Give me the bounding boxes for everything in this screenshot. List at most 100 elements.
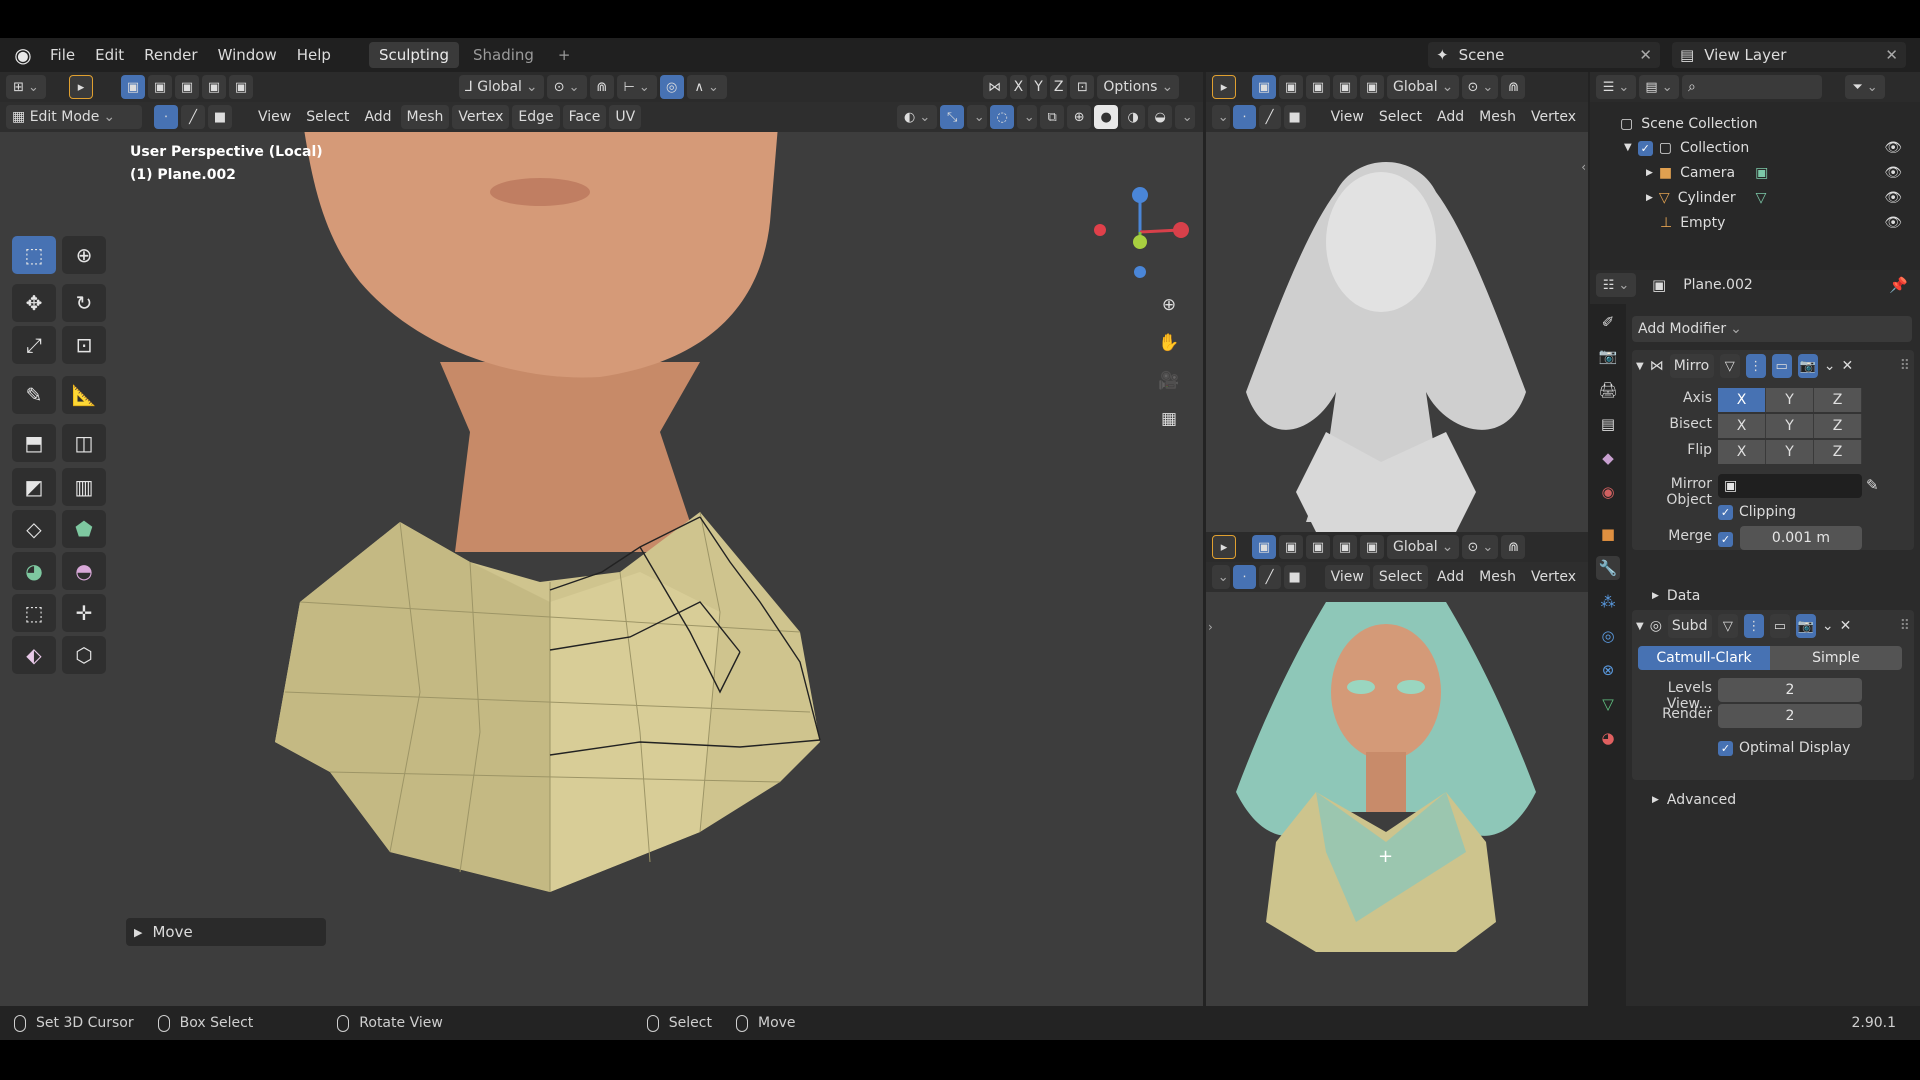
move-tool-icon[interactable]: ✥ [12, 284, 56, 322]
spin-tool-icon[interactable]: ◕ [12, 552, 56, 590]
render-toggle-icon[interactable]: 📷 [1797, 354, 1818, 378]
menu-edit[interactable]: Edit [85, 38, 134, 72]
shear-tool-icon[interactable]: ⬖ [12, 636, 56, 674]
view-layer-close-icon[interactable]: ✕ [1885, 46, 1898, 64]
menu-add-3[interactable]: Add [1431, 565, 1470, 589]
gizmo-dropdown[interactable] [967, 105, 988, 129]
data-subpanel-header[interactable]: ▶ Data [1652, 584, 1700, 608]
particles-tab-icon[interactable]: ⁂ [1596, 590, 1620, 614]
select-tool-icon[interactable]: ▸ [69, 75, 93, 99]
falloff-dropdown[interactable]: ∧ [686, 75, 727, 99]
cage-toggle-icon[interactable]: ⋮ [1743, 614, 1764, 638]
measure-tool-icon[interactable]: 📐 [62, 376, 106, 414]
material-shading-icon[interactable]: ◑ [1121, 105, 1146, 129]
pivot-dropdown-3[interactable]: ⊙ [1462, 535, 1499, 559]
flip-y-toggle[interactable]: Y [1766, 440, 1814, 464]
bisect-x-toggle[interactable]: X [1718, 414, 1766, 438]
annotate-tool-icon[interactable]: ✎ [12, 376, 56, 414]
menu-uv[interactable]: UV [609, 105, 642, 129]
mode-dropdown[interactable]: ▦ Edit Mode [6, 105, 142, 129]
vertex-select-mode-icon[interactable]: ⋅ [154, 105, 178, 129]
select-mode-invert-icon-2[interactable]: ▣ [1333, 75, 1357, 99]
editor-type-button[interactable]: ⊞ [6, 75, 46, 99]
vertex-select-mode-icon-3[interactable]: ⋅ [1233, 565, 1256, 589]
drag-handle-icon[interactable]: ⠿ [1900, 618, 1910, 634]
render-levels-field[interactable]: 2 [1718, 704, 1862, 728]
add-modifier-dropdown[interactable]: Add Modifier [1632, 316, 1912, 342]
menu-vertex-3[interactable]: Vertex [1525, 565, 1582, 589]
simple-button[interactable]: Simple [1770, 646, 1902, 670]
last-operator-panel[interactable]: ▶ Move [126, 918, 326, 946]
orientation-dropdown-3[interactable]: Global [1387, 535, 1460, 559]
outliner-filter-icon[interactable]: ⏷ [1845, 75, 1885, 99]
menu-vertex-2[interactable]: Vertex [1525, 105, 1582, 129]
levels-view-field[interactable]: 2 [1718, 678, 1862, 702]
drag-handle-icon[interactable]: ⠿ [1900, 358, 1910, 374]
transform-orientation-dropdown[interactable]: ⅃ Global [459, 75, 544, 99]
properties-editor-type-icon[interactable]: ☷ [1596, 273, 1636, 297]
data-tab-icon[interactable]: ▽ [1596, 692, 1620, 716]
select-mode-new-icon[interactable]: ▣ [121, 75, 145, 99]
menu-render[interactable]: Render [134, 38, 207, 72]
mirror-x-toggle[interactable]: X [1009, 75, 1028, 99]
view-layer-selector[interactable]: ▤ View Layer ✕ [1672, 42, 1906, 68]
select-mode-subtract-icon-3[interactable]: ▣ [1306, 535, 1330, 559]
bevel-tool-icon[interactable]: ◩ [12, 468, 56, 506]
select-mode-new-icon-3[interactable]: ▣ [1252, 535, 1276, 559]
outliner-search-input[interactable]: ⌕ [1682, 75, 1822, 99]
shading-dropdown[interactable] [1175, 105, 1196, 129]
collection-checkbox[interactable]: ✓ [1637, 140, 1653, 156]
mode-dropdown-2[interactable] [1212, 105, 1231, 129]
menu-mesh[interactable]: Mesh [400, 105, 450, 129]
gizmo-toggle-icon[interactable]: ⤡ [940, 105, 965, 129]
chevron-down-icon[interactable]: ⌄ [1824, 358, 1836, 374]
face-select-mode-icon-2[interactable]: ■ [1283, 105, 1306, 129]
menu-add[interactable]: Add [358, 105, 397, 129]
select-mode-intersect-icon[interactable]: ▣ [229, 75, 253, 99]
inset-tool-icon[interactable]: ◫ [62, 424, 106, 462]
bisect-y-toggle[interactable]: Y [1766, 414, 1814, 438]
axis-y-toggle[interactable]: Y [1766, 388, 1814, 412]
mode-dropdown-3[interactable] [1212, 565, 1231, 589]
axis-x-toggle[interactable]: X [1718, 388, 1766, 412]
modifier-tab-icon[interactable]: 🔧 [1596, 556, 1620, 580]
mirror-modifier-name[interactable]: Mirro [1669, 354, 1714, 378]
material-tab-icon[interactable]: ◕ [1596, 726, 1620, 750]
output-tab-icon[interactable]: 🖨 [1596, 378, 1620, 402]
render-tab-icon[interactable]: 📷 [1596, 344, 1620, 368]
clipping-checkbox[interactable]: ✓ [1718, 504, 1733, 520]
menu-face[interactable]: Face [562, 105, 607, 129]
transform-tool-icon[interactable]: ⊡ [62, 326, 106, 364]
object-tab-icon[interactable]: ■ [1596, 522, 1620, 546]
smooth-tool-icon[interactable]: ◓ [62, 552, 106, 590]
top-right-3d-viewport[interactable]: ‹ [1206, 132, 1588, 562]
bisect-z-toggle[interactable]: Z [1814, 414, 1862, 438]
wireframe-shading-icon[interactable]: ⊕ [1067, 105, 1092, 129]
visibility-dropdown[interactable]: ◐ [897, 105, 938, 129]
snap-target-dropdown[interactable]: ⊢ [616, 75, 657, 99]
menu-select-2[interactable]: Select [1373, 105, 1428, 129]
merge-checkbox[interactable]: ✓ [1718, 532, 1733, 547]
scene-close-icon[interactable]: ✕ [1639, 46, 1652, 64]
select-mode-extend-icon-3[interactable]: ▣ [1279, 535, 1303, 559]
edit-mode-toggle-icon[interactable]: ▽ [1719, 354, 1740, 378]
auto-merge-icon[interactable]: ⊡ [1070, 75, 1095, 99]
select-mode-subtract-icon[interactable]: ▣ [175, 75, 199, 99]
poly-build-tool-icon[interactable]: ⬟ [62, 510, 106, 548]
orientation-dropdown-2[interactable]: Global [1387, 75, 1460, 99]
flip-x-toggle[interactable]: X [1718, 440, 1766, 464]
outliner-item-cylinder[interactable]: ▶ ▽ Cylinder ▽ 👁 [1646, 186, 1914, 210]
face-select-mode-icon[interactable]: ■ [208, 105, 232, 129]
menu-select[interactable]: Select [300, 105, 355, 129]
select-mode-invert-icon-3[interactable]: ▣ [1333, 535, 1357, 559]
menu-view-3[interactable]: View [1324, 565, 1370, 589]
rip-tool-icon[interactable]: ⬡ [62, 636, 106, 674]
camera-view-icon[interactable]: 🎥 [1154, 366, 1184, 396]
rotate-tool-icon[interactable]: ↻ [62, 284, 106, 322]
pin-icon[interactable]: 📌 [1889, 276, 1908, 294]
chevron-down-icon[interactable]: ⌄ [1822, 618, 1834, 634]
toolbar-toggle-icon[interactable]: › [1208, 620, 1213, 634]
cage-toggle-icon[interactable]: ⋮ [1745, 354, 1766, 378]
menu-mesh-2[interactable]: Mesh [1473, 105, 1522, 129]
menu-window[interactable]: Window [208, 38, 287, 72]
